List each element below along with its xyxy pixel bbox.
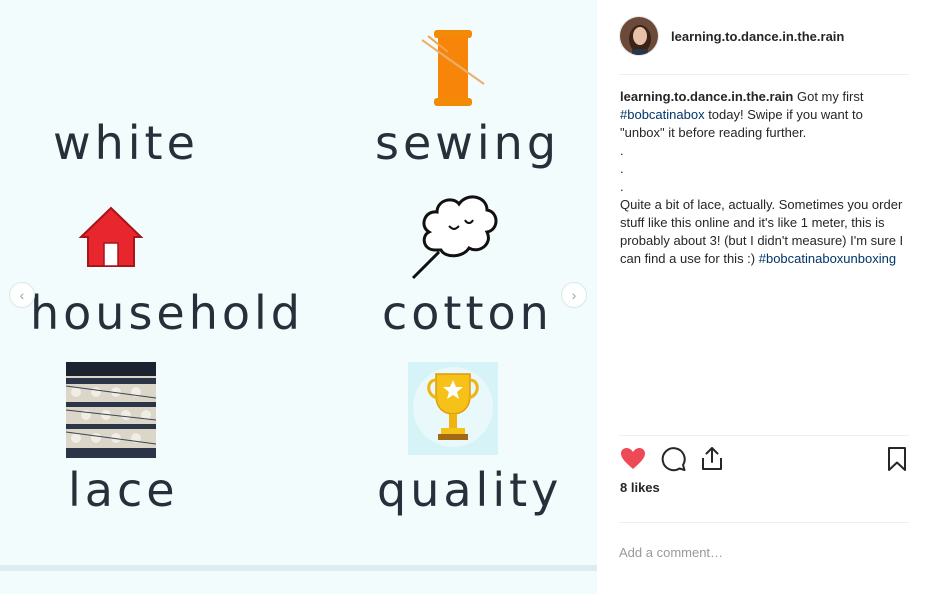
caption-text: Got my first — [793, 89, 864, 104]
house-icon — [78, 205, 144, 269]
post-header: learning.to.dance.in.the.rain — [619, 16, 909, 56]
divider — [619, 74, 909, 75]
share-icon — [702, 447, 722, 470]
word-lace: lace — [68, 463, 179, 517]
word-white: white — [53, 116, 199, 170]
post-caption: learning.to.dance.in.the.rain Got my fir… — [620, 88, 910, 268]
lace-photo — [66, 362, 156, 458]
chevron-left-icon: ‹ — [19, 287, 25, 303]
comment-button[interactable] — [659, 445, 687, 473]
post-image-carousel[interactable]: white sewing household cotton lace quali… — [0, 0, 597, 594]
comment-input[interactable] — [619, 540, 909, 564]
post-panel: learning.to.dance.in.the.rain learning.t… — [597, 0, 931, 594]
word-quality: quality — [377, 463, 563, 517]
divider — [619, 435, 909, 436]
word-sewing: sewing — [375, 116, 561, 170]
word-household: household — [30, 286, 304, 340]
trophy-icon — [408, 362, 498, 455]
likes-count[interactable]: 8 likes — [620, 480, 660, 495]
caption-username-link[interactable]: learning.to.dance.in.the.rain — [620, 89, 793, 104]
cotton-icon — [405, 190, 501, 282]
hashtag-link[interactable]: #bobcatinabox — [620, 107, 705, 122]
caption-dot: . — [620, 179, 624, 194]
like-button[interactable] — [619, 445, 647, 473]
save-button[interactable] — [883, 445, 911, 473]
spool-icon — [418, 28, 488, 108]
chevron-right-icon: › — [571, 287, 577, 303]
post-actions — [619, 445, 911, 473]
carousel-prev-button[interactable]: ‹ — [9, 282, 35, 308]
heart-icon — [621, 448, 645, 469]
caption-dot: . — [620, 143, 624, 158]
header-username-link[interactable]: learning.to.dance.in.the.rain — [671, 29, 844, 44]
avatar[interactable] — [619, 16, 659, 56]
hashtag-link[interactable]: #bobcatinaboxunboxing — [759, 251, 896, 266]
comment-icon — [661, 447, 686, 472]
word-cotton: cotton — [382, 286, 553, 340]
carousel-next-button[interactable]: › — [561, 282, 587, 308]
carousel-indicator-bar — [0, 565, 597, 571]
bookmark-icon — [888, 447, 906, 471]
share-button[interactable] — [698, 445, 726, 473]
caption-dot: . — [620, 161, 624, 176]
divider — [619, 522, 909, 523]
